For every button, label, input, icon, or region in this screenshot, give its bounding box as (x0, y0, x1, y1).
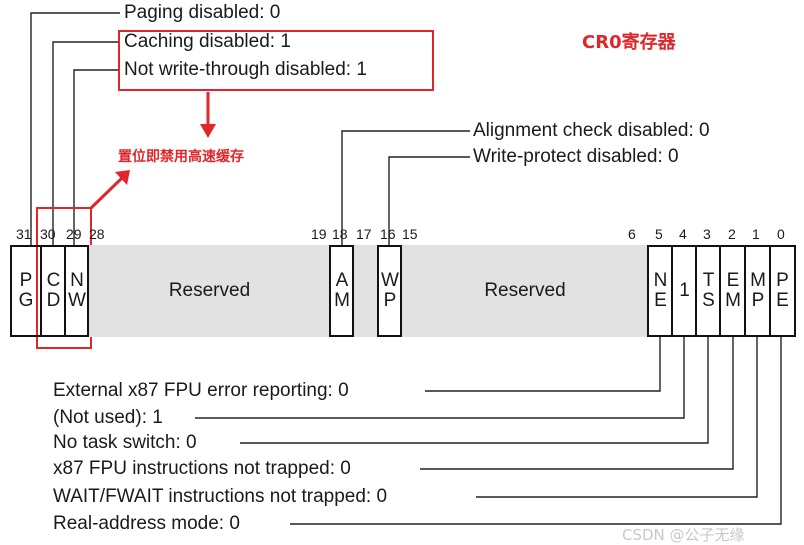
bit-number: 28 (89, 226, 105, 242)
bit-pg: PG (10, 245, 42, 337)
bit-ts-line2: S (702, 290, 715, 311)
bit-wp-line2: P (383, 290, 397, 311)
bit-pe-line2: E (776, 290, 789, 311)
bit-ne: NE (647, 245, 672, 337)
bit-wp-line1: W (381, 270, 399, 291)
bit-pe: PE (769, 245, 794, 337)
bit-number: 3 (703, 226, 711, 242)
bit-am: AM (329, 245, 353, 337)
reserved-low-label: Reserved (484, 280, 566, 301)
label-pg: Paging disabled: 0 (124, 2, 281, 23)
em-leader-line (420, 337, 734, 470)
bit-number: 0 (777, 226, 785, 242)
bit-em: EM (719, 245, 745, 337)
bit-4: 1 (671, 245, 696, 337)
bit-number: 5 (655, 226, 663, 242)
bit-ne-line2: E (654, 290, 667, 311)
bit-pg-line2: G (18, 290, 34, 311)
label-wp: Write-protect disabled: 0 (473, 146, 679, 167)
nw-leader-line (73, 69, 120, 245)
label-am: Alignment check disabled: 0 (473, 120, 710, 141)
bit-number: 15 (402, 226, 418, 242)
reserved-high: Reserved (87, 245, 330, 337)
bit-number: 17 (356, 226, 372, 242)
bit-ne-line1: N (653, 270, 668, 291)
label-ne: External x87 FPU error reporting: 0 (53, 380, 349, 401)
bit-mp: MP (744, 245, 770, 337)
bit-mp-line1: M (750, 270, 766, 291)
bit-number: 18 (332, 226, 348, 242)
label-nw: Not write-through disabled: 1 (124, 59, 367, 80)
mp-leader-line (476, 337, 758, 498)
bit-mp-line2: P (751, 290, 765, 311)
label-mp: WAIT/FWAIT instructions not trapped: 0 (53, 486, 388, 507)
bit-nw-line1: N (70, 270, 84, 291)
down-arrow-head (200, 124, 216, 138)
bit-pg-line1: P (19, 270, 33, 291)
bit-number: 30 (40, 226, 56, 242)
bit-pe-line1: P (776, 270, 789, 291)
bit-number: 31 (16, 226, 32, 242)
reserved-bit17 (352, 245, 378, 337)
bit-em-line1: E (726, 270, 740, 291)
reserved-low: Reserved (400, 245, 648, 337)
bit-nw: NW (64, 245, 88, 337)
notused-leader-line (195, 337, 685, 419)
pg-leader-line (30, 12, 120, 245)
bit-nw-line2: W (68, 290, 86, 311)
bit-wp: WP (377, 245, 401, 337)
label-cd: Caching disabled: 1 (124, 31, 291, 52)
label-pe: Real-address mode: 0 (53, 513, 240, 534)
bit-number: 2 (728, 226, 736, 242)
red-annotation: 置位即禁用高速缓存 (118, 149, 244, 165)
bit-4-value: 1 (679, 280, 690, 301)
bit-number: 6 (628, 226, 636, 242)
label-ts: No task switch: 0 (53, 432, 197, 453)
bit-am-line1: A (335, 270, 349, 291)
bit-cd-line1: C (46, 270, 61, 291)
diagram-title: CR0寄存器 (582, 32, 676, 53)
bit-number: 19 (311, 226, 327, 242)
bit-number: 1 (752, 226, 760, 242)
cd-leader-line (52, 41, 120, 245)
ne-leader-line (425, 337, 661, 392)
bit-ts: TS (695, 245, 720, 337)
bit-cd-line2: D (46, 290, 61, 311)
watermark: CSDN @公子无缘 (622, 526, 745, 544)
label-notused: (Not used): 1 (53, 407, 163, 428)
label-em: x87 FPU instructions not trapped: 0 (53, 458, 351, 479)
bit-ts-line1: T (702, 270, 715, 291)
diag-arrow-shaft (89, 176, 124, 210)
bit-am-line2: M (334, 290, 350, 311)
bit-number: 29 (66, 226, 82, 242)
bit-number: 4 (679, 226, 687, 242)
bit-em-line2: M (725, 290, 741, 311)
bit-cd: CD (40, 245, 65, 337)
reserved-high-label: Reserved (168, 280, 251, 301)
bit-number: 16 (380, 226, 396, 242)
